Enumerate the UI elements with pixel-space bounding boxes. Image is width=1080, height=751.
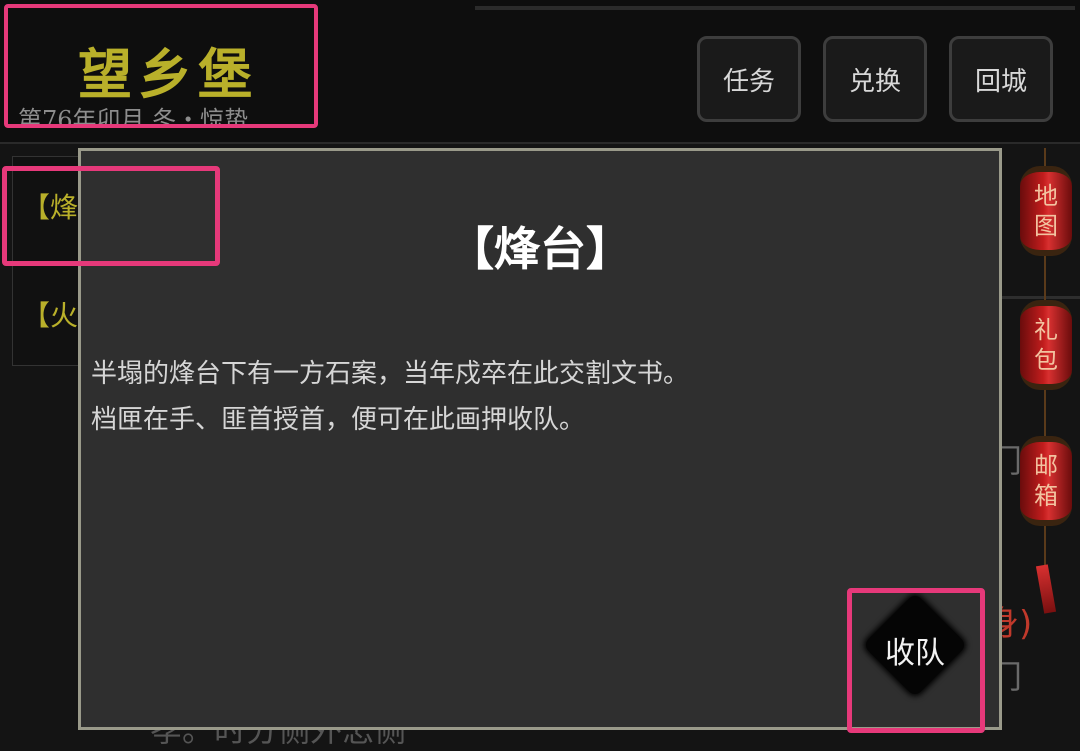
description-line: 半塌的烽台下有一方石案，当年戍卒在此交割文书。 bbox=[91, 359, 690, 389]
location-title: 望乡堡 bbox=[78, 42, 258, 106]
game-date: 第76年卯月 冬・惊蛰 bbox=[18, 106, 249, 128]
gift-label: 包 bbox=[1034, 346, 1058, 374]
header-decor-line bbox=[475, 6, 1075, 10]
map-lantern-button[interactable]: 地 图 bbox=[1020, 166, 1072, 256]
action-highlight bbox=[847, 588, 985, 733]
gift-lantern-button[interactable]: 礼 包 bbox=[1020, 300, 1072, 390]
exchange-button[interactable]: 兑换 bbox=[823, 36, 927, 122]
map-label: 图 bbox=[1034, 212, 1058, 240]
gift-label: 礼 bbox=[1034, 316, 1058, 344]
list-highlight bbox=[2, 166, 220, 266]
return-city-button[interactable]: 回城 bbox=[949, 36, 1053, 122]
mail-label: 箱 bbox=[1034, 482, 1058, 510]
tasks-button[interactable]: 任务 bbox=[697, 36, 801, 122]
map-label: 地 bbox=[1034, 182, 1058, 210]
mail-lantern-button[interactable]: 邮 箱 bbox=[1020, 436, 1072, 526]
top-bar: 望乡堡 第76年卯月 冬・惊蛰 任务 兑换 回城 bbox=[0, 0, 1080, 144]
divider bbox=[1000, 296, 1080, 299]
dialog-description: 半塌的烽台下有一方石案，当年戍卒在此交割文书。 档匣在手、匪首授首，便可在此画押… bbox=[91, 351, 971, 443]
mail-label: 邮 bbox=[1034, 452, 1058, 480]
location-highlight: 望乡堡 第76年卯月 冬・惊蛰 bbox=[4, 4, 318, 128]
tassel-icon bbox=[1035, 564, 1057, 614]
description-line: 档匣在手、匪首授首，便可在此画押收队。 bbox=[91, 405, 586, 435]
